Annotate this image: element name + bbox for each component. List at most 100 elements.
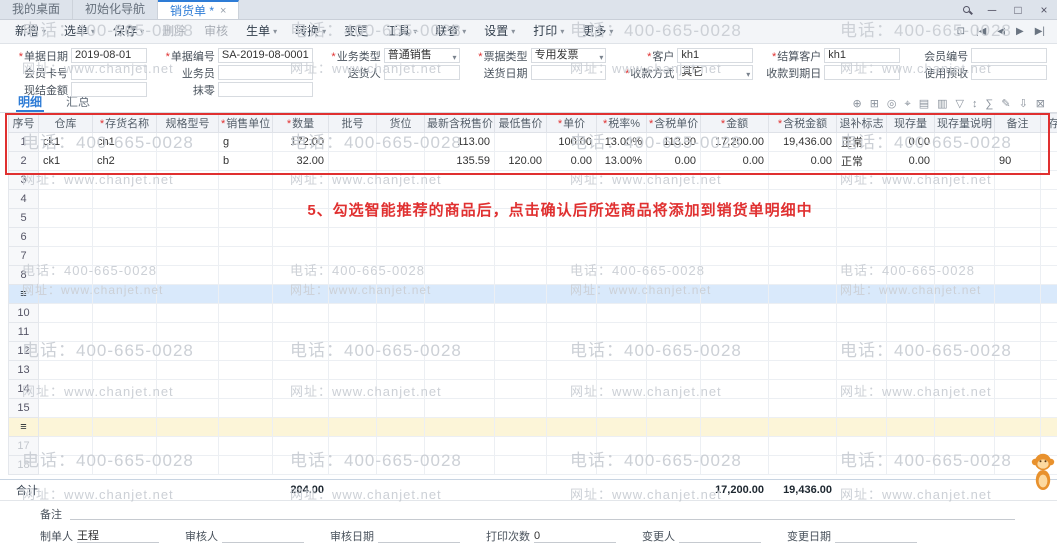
cell[interactable] [377,361,425,380]
toolbar-button[interactable]: 新增▾ [6,20,55,43]
cell[interactable] [219,266,273,285]
last-record-icon[interactable]: ▶| [1035,26,1045,37]
cell[interactable] [329,399,377,418]
cell[interactable] [329,380,377,399]
field-input[interactable] [824,65,900,80]
doc-search-icon[interactable]: ⊡ [957,26,965,37]
cell[interactable] [425,418,495,437]
cell[interactable] [887,323,935,342]
cell[interactable] [837,171,887,190]
column-header[interactable]: 退补标志 [837,114,887,133]
cell[interactable] [219,323,273,342]
cell[interactable] [887,456,935,475]
cell[interactable] [495,380,547,399]
cell[interactable]: 32.00 [273,152,329,171]
cell[interactable] [495,171,547,190]
cell[interactable] [157,437,219,456]
cell[interactable] [701,171,769,190]
cell[interactable] [377,247,425,266]
cell[interactable] [769,323,837,342]
cell[interactable] [273,228,329,247]
cell[interactable] [39,304,93,323]
cell[interactable] [425,209,495,228]
table-row[interactable]: 6 [9,228,1057,247]
field-input[interactable]: 普通销售▾ [384,48,460,63]
table-row[interactable]: 14 [9,380,1057,399]
cell[interactable]: 113.00 [647,133,701,152]
cell[interactable] [39,190,93,209]
cell[interactable] [157,152,219,171]
cell[interactable] [597,285,647,304]
first-record-icon[interactable]: |◀ [976,26,986,37]
cell[interactable] [93,342,157,361]
cell[interactable] [935,361,995,380]
cell[interactable] [377,399,425,418]
cell[interactable] [995,266,1041,285]
cell[interactable] [219,247,273,266]
field-input[interactable] [384,65,460,80]
cell[interactable] [647,437,701,456]
cell[interactable] [837,418,887,437]
toolbar-button[interactable]: 打印▾ [524,20,573,43]
cell[interactable]: 13.00% [597,133,647,152]
cell[interactable] [647,342,701,361]
cell[interactable] [769,228,837,247]
cell[interactable] [39,418,93,437]
cell[interactable] [425,304,495,323]
cell[interactable] [887,304,935,323]
cell[interactable] [273,247,329,266]
cell[interactable] [701,380,769,399]
column-header[interactable]: *数量 [273,114,329,133]
field-input[interactable]: 专用发票▾ [531,48,607,63]
cell[interactable] [1041,228,1057,247]
column-header[interactable]: 备注 [995,114,1041,133]
tab-summary[interactable]: 汇总 [64,95,92,112]
cell[interactable]: ck1 [39,152,93,171]
cell[interactable] [425,361,495,380]
cell[interactable] [273,190,329,209]
rows-icon[interactable]: ▤ [919,96,929,112]
footer-field-value[interactable]: 王程 [77,530,159,543]
cell[interactable] [39,247,93,266]
cell[interactable] [495,190,547,209]
cell[interactable] [887,342,935,361]
cell[interactable]: 正常 [837,152,887,171]
column-header[interactable]: 最低售价 [495,114,547,133]
cell[interactable] [1041,304,1057,323]
cell[interactable] [547,285,597,304]
cell[interactable] [647,456,701,475]
column-header[interactable]: *存货名称 [93,114,157,133]
field-input[interactable] [71,82,147,97]
cell[interactable] [39,228,93,247]
cell[interactable] [219,190,273,209]
cell[interactable] [647,361,701,380]
cell[interactable] [425,285,495,304]
batch-edit-icon[interactable]: ✎ [1001,96,1010,112]
cell[interactable]: 120.00 [495,152,547,171]
cell[interactable] [887,361,935,380]
field-input[interactable]: 其它▾ [677,65,753,80]
cell[interactable] [219,342,273,361]
cell[interactable] [329,247,377,266]
cell[interactable] [769,285,837,304]
cell[interactable] [547,266,597,285]
toolbar-button[interactable]: 联查▾ [426,20,475,43]
cell[interactable] [329,418,377,437]
cell[interactable] [647,190,701,209]
add-row-icon[interactable]: ⊕ [852,96,861,112]
cell[interactable] [329,285,377,304]
close-grid-icon[interactable]: ⊠ [1036,96,1045,112]
cell[interactable] [93,190,157,209]
cell[interactable]: 0.00 [647,152,701,171]
cell[interactable] [935,456,995,475]
cell[interactable] [935,209,995,228]
cell[interactable] [547,171,597,190]
sort-icon[interactable]: ↕ [972,96,978,112]
cell[interactable] [887,228,935,247]
field-input[interactable] [971,65,1047,80]
cell[interactable] [425,171,495,190]
cell[interactable] [425,456,495,475]
cell[interactable] [769,342,837,361]
cell[interactable]: 13.00% [597,152,647,171]
cell[interactable] [597,304,647,323]
